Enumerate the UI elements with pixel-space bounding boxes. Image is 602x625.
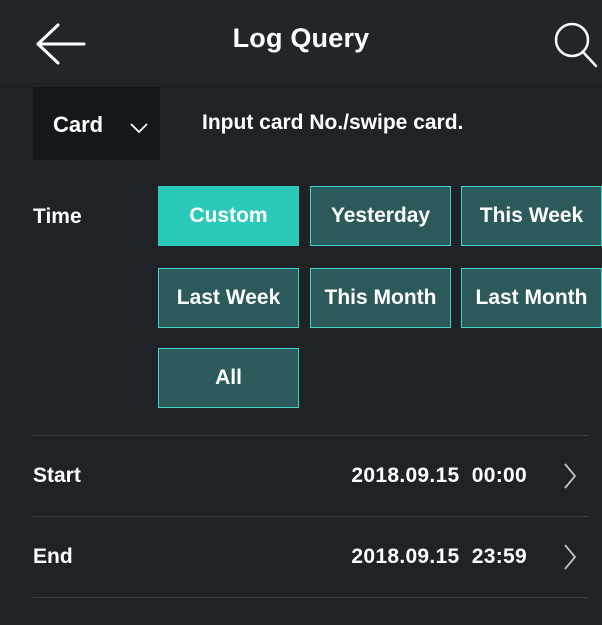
time-option-this-week[interactable]: This Week	[461, 186, 602, 246]
start-value: 2018.09.15 00:00	[351, 464, 527, 487]
start-label: Start	[33, 464, 81, 487]
card-type-dropdown[interactable]: Card	[33, 87, 160, 160]
start-time-row[interactable]: Start 2018.09.15 00:00	[0, 436, 602, 516]
end-time-row[interactable]: End 2018.09.15 23:59	[0, 517, 602, 597]
chevron-down-icon	[130, 123, 148, 134]
chevron-right-icon	[564, 463, 577, 489]
search-icon[interactable]	[552, 18, 600, 70]
header-bar: Log Query	[0, 0, 602, 82]
chevron-right-icon	[564, 544, 577, 570]
time-label: Time	[33, 205, 82, 228]
time-option-this-month[interactable]: This Month	[310, 268, 451, 328]
end-value: 2018.09.15 23:59	[351, 545, 527, 568]
divider	[33, 597, 588, 598]
time-option-custom[interactable]: Custom	[158, 186, 299, 246]
time-option-yesterday[interactable]: Yesterday	[310, 186, 451, 246]
card-type-label: Card	[53, 112, 104, 137]
time-option-all[interactable]: All	[158, 348, 299, 408]
page-title: Log Query	[232, 23, 370, 53]
time-option-last-week[interactable]: Last Week	[158, 268, 299, 328]
time-option-last-month[interactable]: Last Month	[461, 268, 602, 328]
end-label: End	[33, 545, 73, 568]
card-number-input[interactable]: Input card No./swipe card.	[175, 98, 602, 148]
